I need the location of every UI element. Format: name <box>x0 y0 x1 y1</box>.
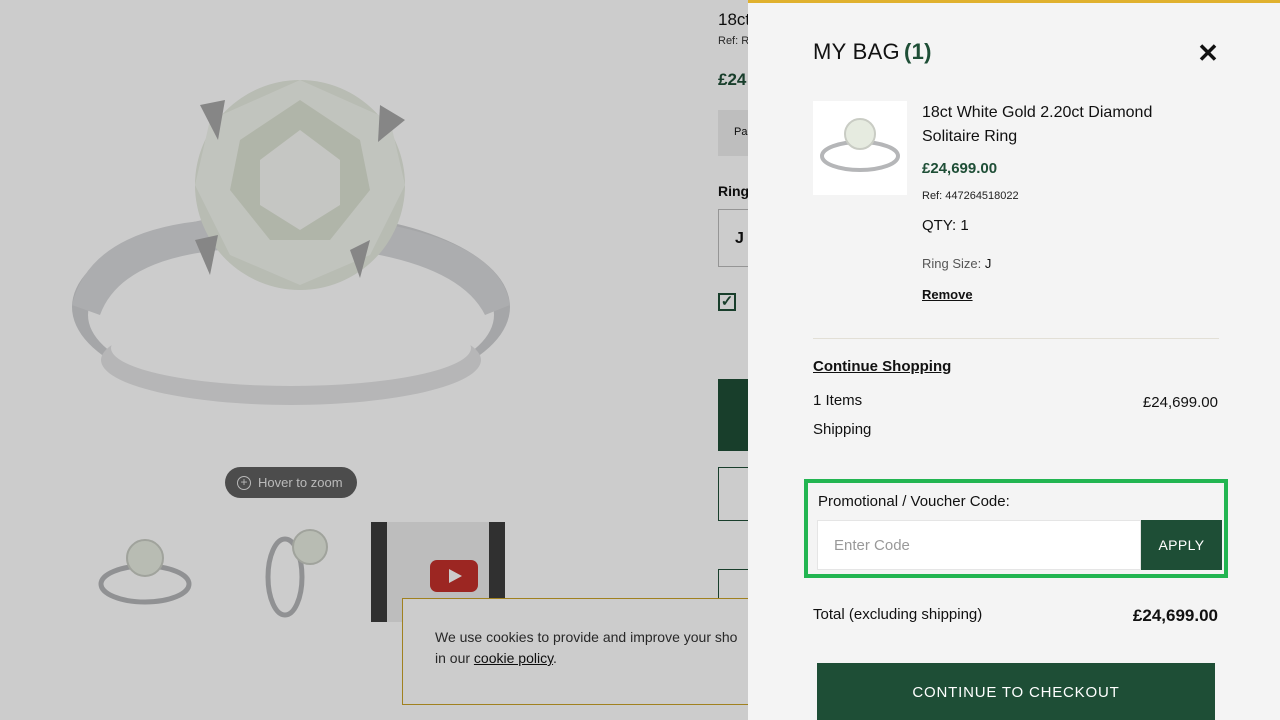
bag-count: (1) <box>903 39 932 64</box>
summary-items-value: £24,699.00 <box>1142 394 1218 411</box>
bag-item-ring-size: Ring Size: J <box>922 256 991 271</box>
bag-title-text: MY BAG <box>813 39 900 64</box>
bag-item-name[interactable]: 18ct White Gold 2.20ct Diamond Solitaire… <box>922 101 1182 149</box>
promo-code-input[interactable] <box>817 520 1141 570</box>
close-icon[interactable]: ✕ <box>1194 40 1222 68</box>
continue-shopping-link[interactable]: Continue Shopping <box>813 358 951 375</box>
bag-item-image[interactable] <box>813 101 907 195</box>
divider <box>813 338 1219 339</box>
promo-code-label: Promotional / Voucher Code: <box>818 493 1010 510</box>
bag-drawer: MY BAG (1) ✕ 18ct White Gold 2.20ct Diamo… <box>748 0 1280 720</box>
promo-code-section: Promotional / Voucher Code: APPLY <box>804 479 1228 578</box>
summary-items-label: 1 Items <box>813 392 863 409</box>
remove-item-link[interactable]: Remove <box>922 287 973 302</box>
apply-button[interactable]: APPLY <box>1141 520 1222 570</box>
bag-item-ref: Ref: 447264518022 <box>922 190 1019 202</box>
ring-size-label: Ring Size: <box>922 256 982 271</box>
bag-title: MY BAG (1) <box>813 39 932 65</box>
total-value: £24,699.00 <box>1132 606 1218 625</box>
bag-item-qty: QTY: 1 <box>922 217 969 234</box>
bag-item-price: £24,699.00 <box>922 160 998 177</box>
page-overlay[interactable] <box>0 0 748 720</box>
total-label: Total (excluding shipping) <box>813 606 983 623</box>
summary-shipping-label: Shipping <box>813 421 872 438</box>
ring-size-value: J <box>984 256 992 271</box>
continue-to-checkout-button[interactable]: CONTINUE TO CHECKOUT <box>817 663 1215 720</box>
